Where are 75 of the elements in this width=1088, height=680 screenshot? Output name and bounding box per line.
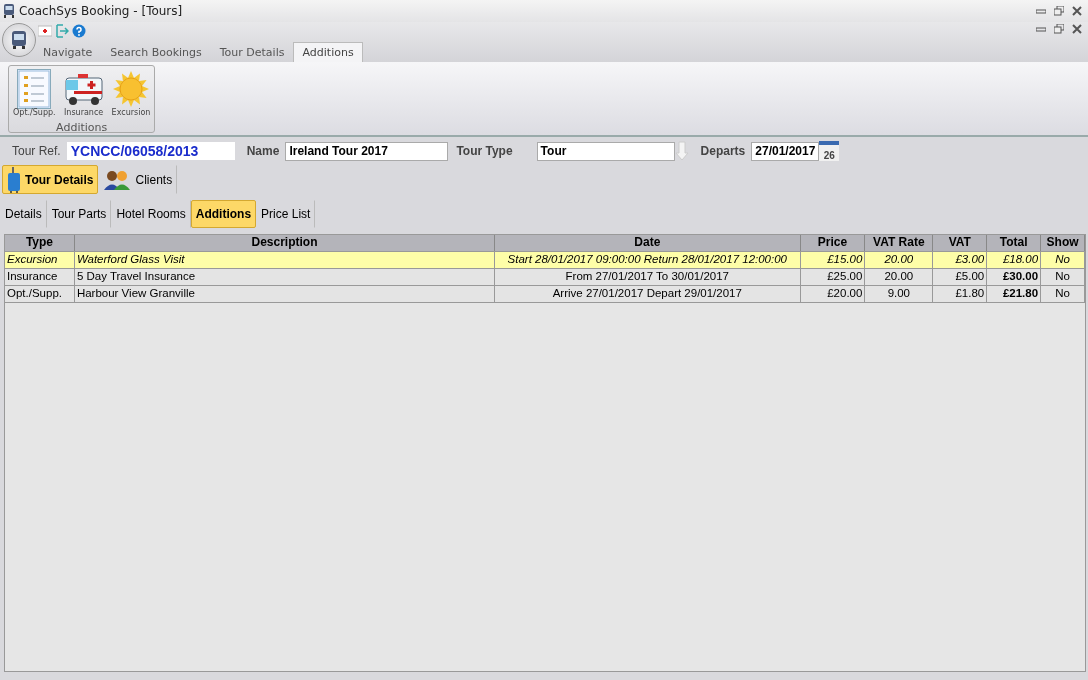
column-header[interactable]: VAT Rate — [865, 235, 934, 251]
first-aid-icon[interactable] — [38, 25, 52, 37]
column-header[interactable]: Price — [800, 235, 866, 251]
ribbon-button[interactable]: Opt./Supp. — [11, 68, 58, 119]
table-cell[interactable]: 20.00 — [865, 252, 934, 268]
exit-icon[interactable] — [55, 24, 69, 38]
help-icon[interactable] — [72, 24, 86, 38]
table-cell[interactable]: From 27/01/2017 To 30/01/2017 — [495, 269, 801, 285]
sub-tab[interactable]: Details — [0, 200, 47, 228]
field-label: Departs — [700, 144, 746, 158]
sub-tab[interactable]: Additions — [190, 200, 257, 228]
departs-field[interactable]: 27/01/2017 — [751, 141, 820, 161]
table-cell[interactable]: 9.00 — [865, 286, 934, 302]
table-cell[interactable]: £5.00 — [933, 269, 988, 285]
sub-tab[interactable]: Price List — [256, 200, 316, 228]
table-cell[interactable]: Opt./Supp. — [5, 286, 75, 302]
column-header[interactable]: Show — [1041, 235, 1085, 251]
table-cell[interactable]: £1.80 — [933, 286, 988, 302]
ribbon-button[interactable]: Excursion — [109, 68, 153, 119]
table-cell[interactable]: Waterford Glass Visit — [74, 252, 496, 268]
field-label: Tour Ref. — [12, 144, 61, 158]
restore-icon[interactable] — [1054, 6, 1064, 16]
column-header[interactable]: Date — [495, 235, 801, 251]
table-cell[interactable]: Arrive 27/01/2017 Depart 29/01/2017 — [495, 286, 801, 302]
table-cell[interactable]: No — [1041, 252, 1085, 268]
table-cell[interactable]: £3.00 — [933, 252, 988, 268]
sun-icon — [112, 70, 150, 108]
column-header[interactable]: Total — [987, 235, 1042, 251]
table-cell[interactable]: 20.00 — [865, 269, 934, 285]
name-field[interactable]: Ireland Tour 2017 — [285, 141, 449, 161]
list-icon — [18, 70, 51, 108]
tour-type-field[interactable]: Tour — [536, 141, 675, 161]
ribbon-tab[interactable]: Additions — [293, 42, 363, 62]
restore-icon[interactable] — [1054, 24, 1064, 34]
column-header[interactable]: VAT — [933, 235, 988, 251]
ribbon-tab[interactable]: Search Bookings — [101, 42, 211, 62]
table-cell[interactable]: No — [1041, 286, 1085, 302]
close-icon[interactable] — [1072, 24, 1082, 34]
sub-tab[interactable]: Hotel Rooms — [111, 200, 191, 228]
table-cell[interactable]: Start 28/01/2017 09:00:00 Return 28/01/2017 12:00:00 — [495, 252, 801, 268]
ribbon-button[interactable]: Insurance — [59, 68, 108, 119]
suitcase-icon — [7, 166, 21, 193]
ribbon-tab[interactable]: Navigate — [34, 42, 102, 62]
table-cell[interactable]: £30.00 — [987, 269, 1042, 285]
table-cell[interactable]: Harbour View Granville — [74, 286, 496, 302]
table-cell[interactable]: Insurance — [5, 269, 75, 285]
sub-tab[interactable]: Tour Parts — [46, 200, 112, 228]
bus-icon — [3, 4, 15, 18]
close-icon[interactable] — [1072, 6, 1082, 16]
section-tab[interactable]: Tour Details — [2, 165, 99, 194]
app-menu-button[interactable] — [2, 23, 36, 57]
column-header[interactable]: Description — [74, 235, 496, 251]
table-row[interactable]: Insurance 5 Day Travel Insurance From 27/01/2017 To 30/01/2017 £25.00 20.00 £5.00 £30.00 No — [5, 269, 1085, 286]
table-row[interactable]: Excursion Waterford Glass Visit Start 28/01/2017 09:00:00 Return 28/01/2017 12:00:00 £15.00 20.00 £3.00 £18.00 No — [5, 252, 1085, 269]
table-cell[interactable]: Excursion — [5, 252, 75, 268]
field-label: Name — [246, 144, 280, 158]
table-cell[interactable]: No — [1041, 269, 1085, 285]
table-row[interactable]: Opt./Supp. Harbour View Granville Arrive 27/01/2017 Depart 29/01/2017 £20.00 9.00 £1.80 £21.80 No — [5, 286, 1085, 303]
table-cell[interactable]: £25.00 — [800, 269, 866, 285]
column-header[interactable]: Type — [5, 235, 75, 251]
table-cell[interactable]: £15.00 — [800, 252, 866, 268]
calendar-button[interactable]: 26 — [819, 141, 840, 161]
window-title: CoachSys Booking - [Tours] — [19, 4, 183, 18]
table-cell[interactable]: £21.80 — [987, 286, 1042, 302]
bus-icon — [9, 30, 29, 50]
table-cell[interactable]: £18.00 — [987, 252, 1042, 268]
tour-ref-value: YCNCC/06058/2013 — [66, 142, 235, 160]
people-icon — [103, 168, 132, 191]
dropdown-arrow-icon[interactable] — [674, 141, 689, 161]
table-cell[interactable]: 5 Day Travel Insurance — [74, 269, 496, 285]
group-label: Additions — [55, 121, 109, 134]
table-cell[interactable]: £20.00 — [800, 286, 866, 302]
field-label: Tour Type — [456, 144, 513, 158]
section-tab[interactable]: Clients — [98, 165, 178, 194]
ribbon-tab[interactable]: Tour Details — [210, 42, 294, 62]
